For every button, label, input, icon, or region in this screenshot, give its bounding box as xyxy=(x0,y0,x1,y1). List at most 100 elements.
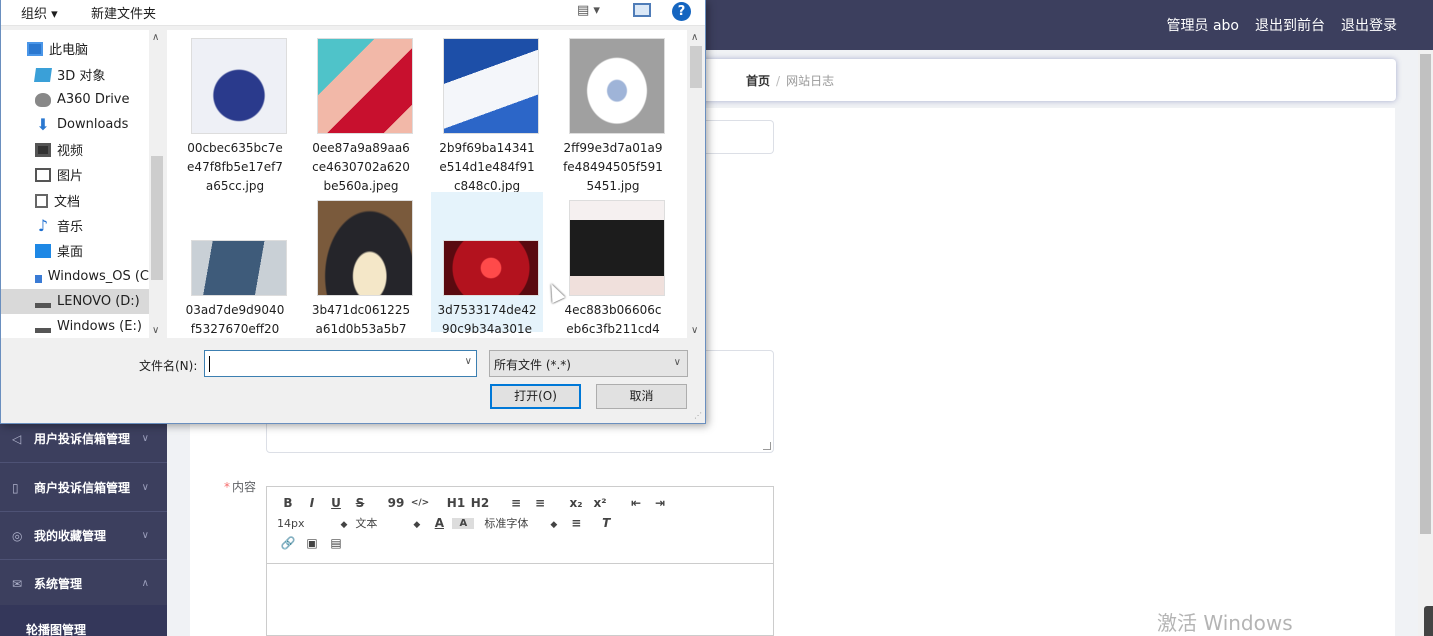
breadcrumb: 首页 / 网站日志 xyxy=(746,72,834,89)
activation-watermark: 激活 Windows xyxy=(1157,611,1293,635)
file-list-scrollbar[interactable]: ∧ ∨ xyxy=(687,30,705,338)
nav-item-label: 此电脑 xyxy=(49,43,89,58)
nav-item-pictures[interactable]: 图片 xyxy=(1,162,149,187)
new-folder-button[interactable]: 新建文件夹 xyxy=(91,3,156,22)
file-item[interactable]: 00cbec635bc7ee47f8fb5e17ef7a65cc.jpg xyxy=(179,30,291,193)
chevron-down-icon[interactable]: ∨ xyxy=(465,356,472,367)
clear-format-icon[interactable]: T xyxy=(595,516,617,530)
scroll-up-icon[interactable]: ∧ xyxy=(691,32,698,43)
file-item[interactable]: 3b471dc061225a61d0b53a5b7 xyxy=(305,192,417,336)
bold-button[interactable]: B xyxy=(277,496,299,510)
nav-item-label: 3D 对象 xyxy=(57,69,106,84)
indent-button[interactable]: ⇥ xyxy=(649,496,671,510)
file-item[interactable]: 2ff99e3d7a01a9fe48494505f5915451.jpg xyxy=(557,30,669,193)
logout-link[interactable]: 退出登录 xyxy=(1341,15,1397,35)
navigation-scrollbar-thumb[interactable] xyxy=(151,156,163,280)
link-icon[interactable]: 🔗 xyxy=(277,536,299,550)
nav-item-label: Downloads xyxy=(57,117,129,132)
nav-item-label: 文档 xyxy=(54,195,81,210)
open-button[interactable]: 打开(O) xyxy=(490,384,581,409)
file-item[interactable]: 4ec883b06606ceb6c3fb211cd4 xyxy=(557,192,669,336)
help-icon[interactable]: ? xyxy=(672,2,691,21)
h1-button[interactable]: H1 xyxy=(445,496,467,510)
nav-item-downloads[interactable]: ⬇ Downloads xyxy=(1,112,149,137)
nav-item-drive-d[interactable]: LENOVO (D:) xyxy=(1,289,149,314)
underline-button[interactable]: U xyxy=(325,496,347,510)
preview-pane-icon[interactable] xyxy=(633,3,651,17)
background-color-icon[interactable]: A xyxy=(452,517,475,529)
organize-menu[interactable]: 组织 ▾ xyxy=(21,3,58,22)
nav-item-3d-objects[interactable]: 3D 对象 xyxy=(1,62,149,87)
resize-grip-icon[interactable]: ⋰ xyxy=(694,411,702,420)
nav-item-a360-drive[interactable]: A360 Drive xyxy=(1,87,149,112)
filename-input[interactable]: ∨ xyxy=(204,350,477,377)
mail-icon: ✉ xyxy=(12,576,23,591)
nav-item-label: LENOVO (D:) xyxy=(57,294,140,309)
superscript-button[interactable]: x² xyxy=(589,496,611,510)
sidebar-subitem-carousel[interactable]: 轮播图管理 xyxy=(0,605,167,636)
file-name: 3d7533174de4290c9b34a301e xyxy=(437,303,537,336)
form-input-field[interactable] xyxy=(704,120,774,154)
nav-item-drive-e[interactable]: Windows (E:) xyxy=(1,314,149,339)
blockquote-button[interactable]: 99 xyxy=(385,496,407,510)
font-family-select[interactable]: 标准字体 ◆ xyxy=(484,515,557,531)
breadcrumb-home[interactable]: 首页 xyxy=(746,74,770,88)
ordered-list-button[interactable]: ≡ xyxy=(505,496,527,510)
file-thumbnail xyxy=(317,38,413,134)
file-thumbnail xyxy=(191,38,287,134)
h2-button[interactable]: H2 xyxy=(469,496,491,510)
sidebar-item-label: 我的收藏管理 xyxy=(34,529,107,543)
file-list-scrollbar-thumb[interactable] xyxy=(690,46,702,88)
sidebar-item-system[interactable]: ✉ 系统管理 ∧ xyxy=(0,560,167,608)
subscript-button[interactable]: x₂ xyxy=(565,496,587,510)
file-item[interactable]: 03ad7de9d9040f5327670eff20 xyxy=(179,192,291,336)
align-icon[interactable]: ≡ xyxy=(565,516,587,530)
navigation-pane: 此电脑 3D 对象 A360 Drive ⬇ Downloads 视频 图片 文档… xyxy=(1,30,165,338)
code-block-button[interactable]: </> xyxy=(409,498,431,508)
sidebar-item-favorites[interactable]: ◎ 我的收藏管理 ∨ xyxy=(0,512,167,560)
file-item[interactable]: 0ee87a9a89aa6ce4630702a620be560a.jpeg xyxy=(305,30,417,193)
nav-item-drive-c[interactable]: Windows_OS (C xyxy=(1,264,149,289)
file-type-filter[interactable]: 所有文件 (*.*) ∨ xyxy=(489,350,688,377)
file-thumbnail xyxy=(569,38,665,134)
bullet-list-button[interactable]: ≡ xyxy=(529,496,551,510)
page-scrollbar-thumb[interactable] xyxy=(1420,54,1431,534)
nav-item-this-pc[interactable]: 此电脑 xyxy=(1,36,149,61)
file-thumbnail xyxy=(317,200,413,296)
sidebar-item-merchant-complaints[interactable]: ▯ 商户投诉信箱管理 ∨ xyxy=(0,464,167,512)
nav-item-documents[interactable]: 文档 xyxy=(1,188,149,213)
nav-item-desktop[interactable]: 桌面 xyxy=(1,238,149,263)
video-icon[interactable]: ▤ xyxy=(325,536,347,550)
font-size-select[interactable]: 14px ◆ xyxy=(277,517,347,530)
image-icon[interactable]: ▣ xyxy=(301,536,323,550)
navigation-scrollbar[interactable]: ∧ ∨ xyxy=(149,30,165,338)
view-options-icon[interactable]: ▤ ▾ xyxy=(577,3,600,18)
exit-to-front-link[interactable]: 退出到前台 xyxy=(1255,15,1325,35)
admin-user-link[interactable]: 管理员 abo xyxy=(1167,15,1239,35)
page-scrollbar[interactable] xyxy=(1418,50,1433,636)
text-style-select[interactable]: 文本 ◆ xyxy=(355,515,420,531)
send-icon: ◁ xyxy=(12,431,22,446)
scroll-up-icon[interactable]: ∧ xyxy=(152,32,159,43)
italic-button[interactable]: I xyxy=(301,496,323,510)
strike-button[interactable]: S xyxy=(349,496,371,510)
file-item[interactable]: 2b9f69ba14341e514d1e484f91c848c0.jpg xyxy=(431,30,543,193)
file-item-hovered[interactable]: 3d7533174de4290c9b34a301e xyxy=(431,192,543,336)
nav-item-label: 音乐 xyxy=(57,220,84,235)
cancel-button[interactable]: 取消 xyxy=(596,384,687,409)
file-name: 0ee87a9a89aa6ce4630702a620be560a.jpeg xyxy=(312,141,410,193)
document-icon xyxy=(35,193,48,208)
scroll-down-icon[interactable]: ∨ xyxy=(152,325,159,336)
outdent-button[interactable]: ⇤ xyxy=(625,496,647,510)
chevron-up-icon: ∧ xyxy=(141,578,149,589)
font-color-icon[interactable]: A xyxy=(428,516,450,530)
nav-item-music[interactable]: ♪ 音乐 xyxy=(1,213,149,238)
resize-grip-icon[interactable] xyxy=(763,442,771,450)
chevron-down-icon: ∨ xyxy=(673,357,681,368)
file-name: 3b471dc061225a61d0b53a5b7 xyxy=(311,303,411,336)
scroll-down-icon[interactable]: ∨ xyxy=(691,325,698,336)
nav-item-videos[interactable]: 视频 xyxy=(1,137,149,162)
nav-item-label: 视频 xyxy=(57,144,84,159)
picture-icon xyxy=(35,167,51,182)
text-style-value: 文本 xyxy=(355,517,378,530)
